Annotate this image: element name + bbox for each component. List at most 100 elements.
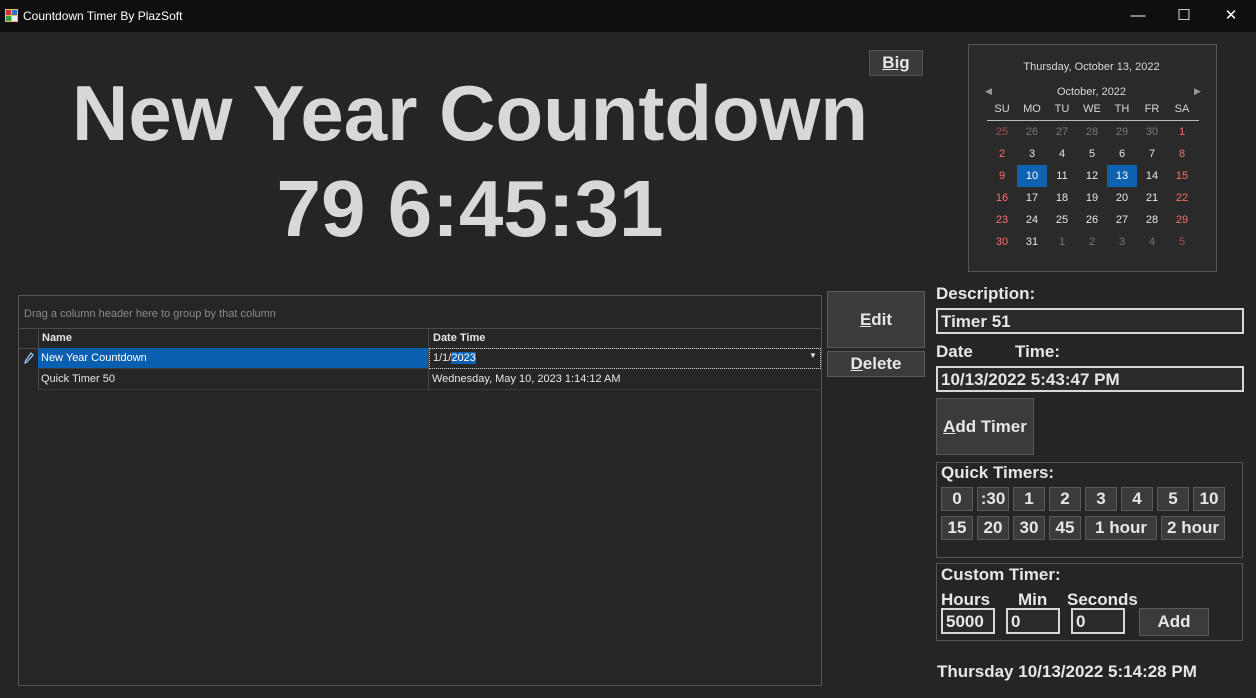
calendar-day[interactable]: 29 <box>1167 209 1197 231</box>
cell-datetime[interactable]: Wednesday, May 10, 2023 1:14:12 AM <box>432 373 621 385</box>
big-button[interactable]: Big <box>869 50 923 76</box>
add-timer-button[interactable]: Add Timer <box>936 398 1034 455</box>
cell-name[interactable]: New Year Countdown <box>38 348 428 368</box>
table-row[interactable]: New Year Countdown 1/1/2023 ▼ <box>38 348 821 369</box>
calendar-day[interactable]: 11 <box>1047 165 1077 187</box>
calendar-day[interactable]: 16 <box>987 187 1017 209</box>
quick-timer-button[interactable]: 1 hour <box>1085 516 1157 540</box>
calendar-day[interactable]: 27 <box>1047 121 1077 143</box>
minimize-button[interactable]: — <box>1115 0 1161 32</box>
next-month-icon[interactable]: ▶ <box>1194 86 1201 97</box>
quick-timer-button[interactable]: 5 <box>1157 487 1189 511</box>
quick-timer-button[interactable]: 45 <box>1049 516 1081 540</box>
calendar-day[interactable]: 5 <box>1077 143 1107 165</box>
column-header-datetime[interactable]: Date Time <box>433 332 485 344</box>
calendar-day[interactable]: 28 <box>1137 209 1167 231</box>
calendar-day[interactable]: 2 <box>987 143 1017 165</box>
calendar-day[interactable]: 26 <box>1017 121 1047 143</box>
app-icon <box>5 9 18 22</box>
calendar-day[interactable]: 13 <box>1107 165 1137 187</box>
calendar-day[interactable]: 1 <box>1167 121 1197 143</box>
calendar-day[interactable]: 26 <box>1077 209 1107 231</box>
min-input[interactable]: 0 <box>1006 608 1060 634</box>
quick-timer-button[interactable]: :30 <box>977 487 1009 511</box>
delete-button[interactable]: Delete <box>827 351 925 377</box>
countdown-title: New Year Countdown <box>72 69 868 157</box>
calendar-day[interactable]: 28 <box>1077 121 1107 143</box>
calendar-day[interactable]: 6 <box>1107 143 1137 165</box>
custom-timer-title: Custom Timer: <box>941 565 1061 584</box>
quick-timer-button[interactable]: 10 <box>1193 487 1225 511</box>
quick-timer-button[interactable]: 0 <box>941 487 973 511</box>
calendar-day[interactable]: 25 <box>987 121 1017 143</box>
calendar-day[interactable]: 7 <box>1137 143 1167 165</box>
calendar-day-header: SA <box>1174 103 1190 115</box>
quick-timers-group: Quick Timers: 0:30 1 2 3 4 5 10 15 20 30 45 1 hour… <box>936 462 1243 558</box>
custom-add-button[interactable]: Add <box>1139 608 1209 636</box>
calendar-day[interactable]: 30 <box>987 231 1017 253</box>
hours-input[interactable]: 5000 <box>941 608 995 634</box>
calendar-day[interactable]: 10 <box>1017 165 1047 187</box>
calendar-day[interactable]: 4 <box>1047 143 1077 165</box>
datetime-selected-text: 2023 <box>451 352 476 364</box>
quick-timer-button[interactable]: 1 <box>1013 487 1045 511</box>
table-row[interactable]: Quick Timer 50 Wednesday, May 10, 2023 1… <box>38 369 821 390</box>
calendar-week: 25 26 27 28 29 30 1 <box>987 121 1199 143</box>
quick-timer-button[interactable]: 20 <box>977 516 1009 540</box>
calendar-day[interactable]: 9 <box>987 165 1017 187</box>
description-input[interactable]: Timer 51 <box>936 308 1244 334</box>
title-bar: Countdown Timer By PlazSoft — ☐ ✕ <box>0 0 1256 32</box>
calendar-day[interactable]: 4 <box>1137 231 1167 253</box>
calendar-days: 25 26 27 28 29 30 1 2 3 4 5 6 7 8 9 10 11 12 13 14 15 16 17 18 1… <box>987 121 1199 253</box>
calendar-day[interactable]: 2 <box>1077 231 1107 253</box>
calendar-week: 16 17 18 19 20 21 22 <box>987 187 1199 209</box>
calendar-day[interactable]: 5 <box>1167 231 1197 253</box>
calendar-day[interactable]: 1 <box>1047 231 1077 253</box>
calendar-month-label[interactable]: October, 2022 <box>969 86 1214 98</box>
calendar-day[interactable]: 18 <box>1047 187 1077 209</box>
calendar-day[interactable]: 21 <box>1137 187 1167 209</box>
date-label: Date <box>936 342 973 361</box>
calendar-day[interactable]: 3 <box>1017 143 1047 165</box>
calendar-day[interactable]: 27 <box>1107 209 1137 231</box>
seconds-input[interactable]: 0 <box>1071 608 1125 634</box>
calendar-day-header: TH <box>1114 103 1130 115</box>
timers-grid[interactable]: Drag a column header here to group by th… <box>18 295 822 686</box>
dropdown-arrow-icon[interactable]: ▼ <box>809 351 817 360</box>
calendar-day[interactable]: 17 <box>1017 187 1047 209</box>
calendar-day[interactable]: 19 <box>1077 187 1107 209</box>
calendar-today-label[interactable]: Thursday, October 13, 2022 <box>969 61 1214 73</box>
calendar-week: 30 31 1 2 3 4 5 <box>987 231 1199 253</box>
calendar-day[interactable]: 22 <box>1167 187 1197 209</box>
calendar-day[interactable]: 30 <box>1137 121 1167 143</box>
close-button[interactable]: ✕ <box>1208 0 1254 32</box>
calendar-day[interactable]: 25 <box>1047 209 1077 231</box>
month-calendar[interactable]: Thursday, October 13, 2022 ◀ October, 20… <box>968 44 1217 272</box>
edit-button[interactable]: Edit <box>827 291 925 348</box>
calendar-day[interactable]: 29 <box>1107 121 1137 143</box>
quick-timer-button[interactable]: 15 <box>941 516 973 540</box>
group-panel[interactable]: Drag a column header here to group by th… <box>19 296 821 329</box>
maximize-button[interactable]: ☐ <box>1161 0 1207 32</box>
group-hint: Drag a column header here to group by th… <box>24 308 276 320</box>
quick-timer-button[interactable]: 4 <box>1121 487 1153 511</box>
calendar-day[interactable]: 20 <box>1107 187 1137 209</box>
calendar-day[interactable]: 23 <box>987 209 1017 231</box>
quick-timer-button[interactable]: 30 <box>1013 516 1045 540</box>
calendar-day[interactable]: 3 <box>1107 231 1137 253</box>
calendar-day[interactable]: 14 <box>1137 165 1167 187</box>
cell-datetime-editor[interactable]: 1/1/2023 ▼ <box>429 348 821 369</box>
quick-timer-button[interactable]: 2 <box>1049 487 1081 511</box>
quick-timer-button[interactable]: 3 <box>1085 487 1117 511</box>
calendar-day[interactable]: 31 <box>1017 231 1047 253</box>
cell-name[interactable]: Quick Timer 50 <box>41 373 115 385</box>
column-header-name[interactable]: Name <box>42 332 72 344</box>
quick-timers-row-1: 0:30 1 2 3 4 5 10 <box>941 487 1241 511</box>
calendar-day[interactable]: 8 <box>1167 143 1197 165</box>
calendar-day[interactable]: 24 <box>1017 209 1047 231</box>
calendar-day[interactable]: 12 <box>1077 165 1107 187</box>
quick-timer-button[interactable]: 2 hour <box>1161 516 1225 540</box>
datetime-input[interactable]: 10/13/2022 5:43:47 PM <box>936 366 1244 392</box>
calendar-week: 2345678 <box>987 143 1199 165</box>
calendar-day[interactable]: 15 <box>1167 165 1197 187</box>
